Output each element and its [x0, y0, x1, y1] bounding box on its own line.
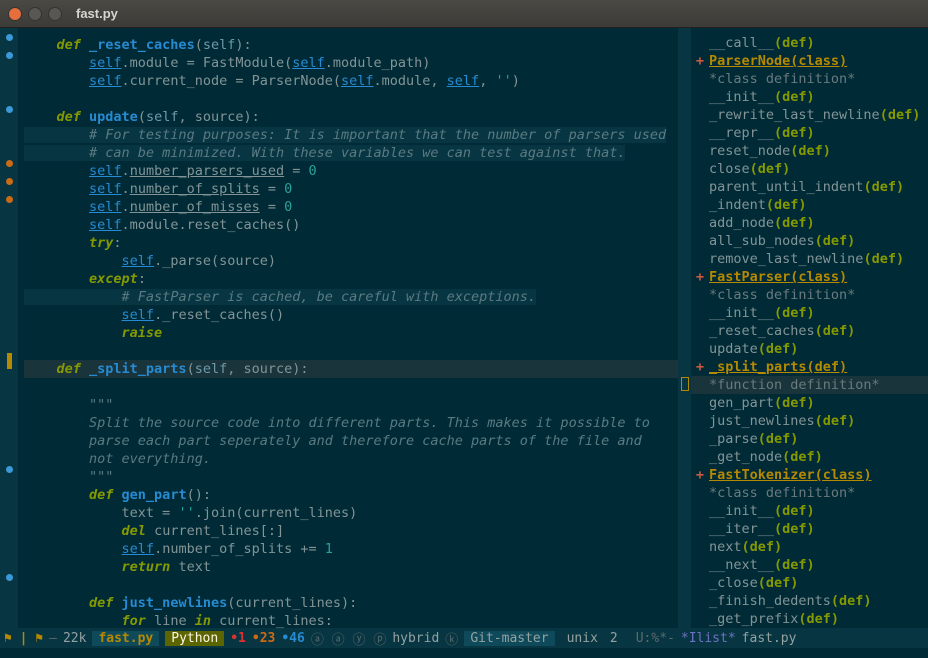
minimize-window-button[interactable] — [28, 7, 42, 21]
outline-item[interactable]: *class definition* — [691, 484, 928, 502]
outline-item[interactable]: _get_node (def) — [691, 448, 928, 466]
code-line[interactable]: # FastParser is cached, be careful with … — [24, 289, 536, 305]
error-count[interactable]: •1 — [230, 631, 246, 646]
outline-item[interactable]: add_node (def) — [691, 214, 928, 232]
outline-item[interactable]: remove_last_newline (def) — [691, 250, 928, 268]
outline-item[interactable]: all_sub_nodes (def) — [691, 232, 928, 250]
code-line[interactable]: # can be minimized. With these variables… — [24, 145, 625, 161]
minor-mode-icons: ⓐ ⓐ ⓨ ⓟ — [311, 629, 386, 648]
code-line[interactable]: self._reset_caches() — [24, 307, 284, 323]
outline-file: fast.py — [742, 631, 797, 646]
flycheck-indicator[interactable]: ⚑ | ⚑ — [4, 631, 43, 646]
code-line[interactable]: def _reset_caches(self): — [24, 37, 252, 53]
outline-item[interactable]: __call__ (def) — [691, 34, 928, 52]
outline-item[interactable]: __repr__ (def) — [691, 124, 928, 142]
outline-item[interactable]: reset_node (def) — [691, 142, 928, 160]
code-line[interactable]: self.number_of_splits = 0 — [24, 181, 292, 197]
vc-branch[interactable]: Git-master — [464, 631, 554, 646]
outline-item[interactable]: _close (def) — [691, 574, 928, 592]
code-line[interactable]: self.module = FastModule(self.module_pat… — [24, 55, 430, 71]
encoding: unix — [561, 631, 604, 646]
outline-item[interactable]: __next__ (def) — [691, 556, 928, 574]
code-line[interactable]: def just_newlines(current_lines): — [24, 595, 357, 611]
mode-line: ⚑ | ⚑ — 22k fast.py Python •1 •23 •46 ⓐ … — [0, 628, 928, 648]
warning-count[interactable]: •23 — [252, 631, 275, 646]
code-line[interactable]: raise — [24, 325, 162, 341]
code-area[interactable]: def _reset_caches(self): self.module = F… — [18, 28, 678, 628]
code-line[interactable]: self.number_parsers_used = 0 — [24, 163, 317, 179]
outline-item[interactable]: _reset_caches (def) — [691, 322, 928, 340]
outline-item[interactable]: *class definition* — [691, 70, 928, 88]
code-line[interactable]: Split the source code into different par… — [24, 415, 650, 431]
outline-item[interactable]: +FastTokenizer (class) — [691, 466, 928, 484]
outline-panel[interactable]: __call__ (def)+ParserNode (class) *class… — [678, 28, 928, 628]
outline-item[interactable]: +_split_parts (def) — [691, 358, 928, 376]
code-line[interactable]: # For testing purposes: It is important … — [24, 127, 666, 143]
outline-item[interactable]: _indent (def) — [691, 196, 928, 214]
outline-mode-u: U:%*- — [636, 631, 675, 646]
outline-item[interactable]: +FastParser (class) — [691, 268, 928, 286]
outline-item[interactable]: __init__ (def) — [691, 304, 928, 322]
code-line[interactable]: return text — [24, 559, 211, 575]
code-line[interactable]: def _split_parts(self, source): — [24, 360, 678, 378]
outline-item[interactable]: update (def) — [691, 340, 928, 358]
code-line[interactable]: def gen_part(): — [24, 487, 211, 503]
outline-item[interactable]: close (def) — [691, 160, 928, 178]
outline-item[interactable]: *class definition* — [691, 286, 928, 304]
outline-item[interactable]: _finish_dedents (def) — [691, 592, 928, 610]
editor-gutter — [0, 28, 18, 628]
file-size: 22k — [63, 631, 86, 646]
code-line[interactable]: text = ''.join(current_lines) — [24, 505, 357, 521]
input-method: hybrid — [392, 631, 439, 646]
close-window-button[interactable] — [8, 7, 22, 21]
outline-item[interactable]: parent_until_indent (def) — [691, 178, 928, 196]
outline-item[interactable]: just_newlines (def) — [691, 412, 928, 430]
position-percent: 2 — [610, 631, 618, 646]
code-line[interactable]: self._parse(source) — [24, 253, 276, 269]
code-line[interactable]: def update(self, source): — [24, 109, 260, 125]
code-line[interactable]: del current_lines[:] — [24, 523, 284, 539]
outline-item[interactable]: __init__ (def) — [691, 88, 928, 106]
code-line[interactable]: """ — [24, 469, 113, 485]
code-line[interactable]: not everything. — [24, 451, 211, 467]
code-line[interactable]: self.number_of_misses = 0 — [24, 199, 292, 215]
outline-item[interactable]: *function definition* — [691, 376, 928, 394]
window-title: fast.py — [76, 6, 118, 21]
maximize-window-button[interactable] — [48, 7, 62, 21]
code-line[interactable]: except: — [24, 271, 146, 287]
outline-item[interactable]: next (def) — [691, 538, 928, 556]
outline-item[interactable]: +ParserNode (class) — [691, 52, 928, 70]
outline-gutter — [679, 28, 691, 628]
window-titlebar: fast.py — [0, 0, 928, 28]
code-line[interactable]: try: — [24, 235, 122, 251]
outline-item[interactable]: gen_part (def) — [691, 394, 928, 412]
code-line[interactable]: self.current_node = ParserNode(self.modu… — [24, 73, 520, 89]
code-line[interactable]: for line in current_lines: — [24, 613, 333, 629]
major-mode[interactable]: Python — [165, 631, 224, 646]
code-line[interactable]: self.number_of_splits += 1 — [24, 541, 333, 557]
buffer-name[interactable]: fast.py — [92, 631, 159, 646]
outline-item[interactable]: _parse (def) — [691, 430, 928, 448]
outline-item[interactable]: _rewrite_last_newline (def) — [691, 106, 928, 124]
code-line[interactable]: """ — [24, 397, 113, 413]
code-line[interactable]: self.module.reset_caches() — [24, 217, 300, 233]
code-editor[interactable]: def _reset_caches(self): self.module = F… — [0, 28, 678, 628]
info-count[interactable]: •46 — [281, 631, 304, 646]
code-line[interactable]: parse each part seperately and therefore… — [24, 433, 642, 449]
outline-item[interactable]: _get_prefix (def) — [691, 610, 928, 628]
outline-buffer-name: *Ilist* — [681, 631, 736, 646]
outline-item[interactable]: __init__ (def) — [691, 502, 928, 520]
outline-item[interactable]: __iter__ (def) — [691, 520, 928, 538]
